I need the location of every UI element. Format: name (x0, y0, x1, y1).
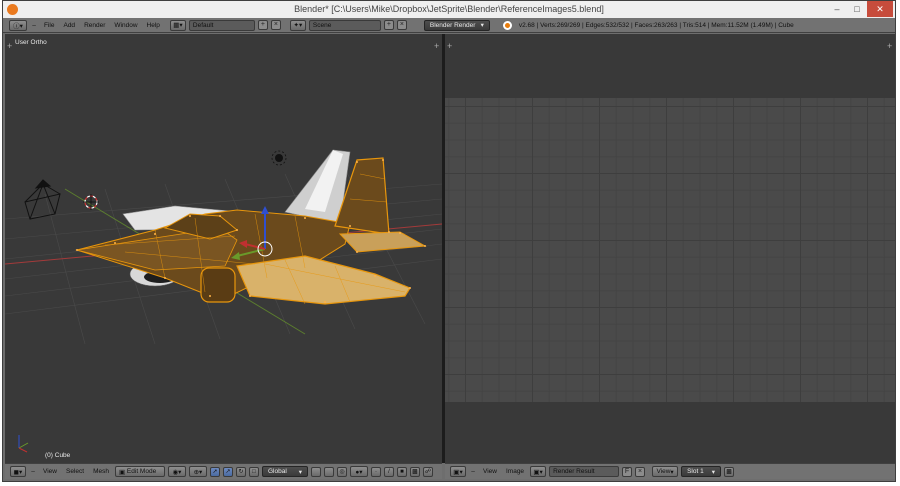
layer-button-2[interactable] (323, 466, 334, 477)
maximize-button[interactable]: □ (847, 1, 867, 17)
manipulator-toggle-icon[interactable]: ➚ (209, 466, 220, 477)
properties-toggle-icon[interactable]: + (434, 42, 442, 51)
menu-view[interactable]: View (480, 468, 500, 475)
add-scene-button[interactable]: + (383, 20, 394, 30)
minimize-button[interactable]: – (827, 1, 847, 17)
collapse-menus-icon[interactable]: – (469, 466, 477, 477)
view-name-label: User Ortho (15, 39, 47, 46)
viewport-scene (5, 149, 442, 453)
mode-label: Edit Mode (126, 468, 157, 475)
remove-layout-button[interactable]: × (270, 20, 281, 30)
translate-icon[interactable]: ↗ (222, 466, 233, 477)
scene-icon[interactable]: ✦▾ (289, 19, 306, 31)
render-engine-dropdown[interactable]: Blender Render ▾ (423, 19, 490, 31)
edge-select-icon[interactable]: / (383, 466, 394, 477)
mode-dropdown[interactable]: ▣ Edit Mode (114, 466, 165, 477)
menu-render[interactable]: Render (81, 22, 108, 29)
camera-object[interactable] (24, 179, 61, 220)
remove-scene-button[interactable]: × (396, 20, 407, 30)
snap-dropdown[interactable]: ●▾ (349, 466, 368, 477)
edit-mode-icon: ▣ (118, 468, 127, 476)
render-engine-label: Blender Render (429, 21, 476, 29)
menu-select[interactable]: Select (63, 468, 87, 475)
viewport-header: ◼▾ – View Select Mesh ▣ Edit Mode ◉▾ ⊕▾ … (5, 463, 442, 479)
occlude-geometry-icon[interactable]: ▩ (409, 466, 420, 477)
collapse-menus-icon[interactable]: – (29, 466, 37, 477)
add-layout-button[interactable]: + (257, 20, 268, 30)
image-editor-header: ▣▾ – View Image ▣▾ Render Result F × Vie… (445, 463, 895, 479)
3d-viewport[interactable]: User Ortho (0) Cube + + (5, 34, 442, 463)
blender-window: Blender* [C:\Users\Mike\Dropbox\JetSprit… (2, 0, 896, 482)
image-name-field[interactable]: Render Result (549, 466, 620, 477)
scale-icon[interactable]: □ (248, 466, 259, 477)
display-channels-icon[interactable]: ▩ (724, 466, 735, 477)
axis-gizmo-icon (18, 435, 29, 453)
view-mode-dropdown[interactable]: View ▾ (652, 466, 679, 477)
collapse-menus-icon[interactable]: – (30, 20, 38, 31)
image-tools-toggle-icon[interactable]: + (447, 42, 455, 51)
scene-field[interactable]: Scene (308, 19, 381, 31)
window-controls: – □ ✕ (827, 1, 893, 18)
orientation-dropdown[interactable]: Global ▾ (261, 466, 308, 477)
slot-dropdown[interactable]: Slot 1 ▾ (681, 466, 722, 477)
editor-type-icon[interactable]: ◼▾ (10, 466, 26, 477)
pivot-dropdown[interactable]: ⊕▾ (188, 466, 207, 477)
render-preview-icon[interactable]: ☍ (422, 466, 433, 477)
menu-file[interactable]: File (41, 22, 57, 29)
title-bar: Blender* [C:\Users\Mike\Dropbox\JetSprit… (3, 1, 895, 18)
lamp-object[interactable] (271, 150, 287, 166)
image-editor[interactable]: + + (445, 34, 895, 463)
rotate-icon[interactable]: ↻ (235, 466, 246, 477)
blender-logo-icon (502, 20, 512, 30)
close-button[interactable]: ✕ (867, 1, 893, 17)
face-select-icon[interactable]: ■ (396, 466, 407, 477)
proportional-edit-icon[interactable]: ◎ (336, 466, 347, 477)
tool-shelf-toggle-icon[interactable]: + (7, 42, 15, 51)
menu-window[interactable]: Window (111, 22, 140, 29)
chevron-down-icon: ▾ (298, 468, 302, 476)
vertex-select-icon[interactable]: · (370, 466, 381, 477)
editor-type-icon[interactable]: ⓘ▾ (9, 19, 27, 31)
layer-button-1[interactable] (310, 466, 321, 477)
view-mode-label: View (656, 468, 671, 475)
slot-label: Slot 1 (687, 468, 704, 475)
screen-layout-field[interactable]: Default (188, 19, 255, 31)
window-title: Blender* [C:\Users\Mike\Dropbox\JetSprit… (294, 4, 604, 14)
info-header: ⓘ▾ – File Add Render Window Help ▦▾ Defa… (3, 18, 895, 33)
menu-view[interactable]: View (40, 468, 60, 475)
active-object-label: (0) Cube (45, 452, 71, 459)
menu-mesh[interactable]: Mesh (90, 468, 112, 475)
chevron-down-icon: ▾ (711, 468, 716, 476)
editor-type-icon[interactable]: ▣▾ (450, 466, 466, 477)
shading-dropdown[interactable]: ◉▾ (167, 466, 186, 477)
image-properties-toggle-icon[interactable]: + (887, 42, 895, 51)
screen-layout-icon[interactable]: ▦▾ (169, 19, 186, 31)
fake-user-button[interactable]: F (622, 466, 633, 477)
chevron-down-icon: ▾ (480, 22, 484, 29)
menu-image[interactable]: Image (503, 468, 527, 475)
menu-add[interactable]: Add (60, 22, 78, 29)
orientation-label: Global (267, 468, 287, 475)
menu-help[interactable]: Help (144, 22, 163, 29)
unlink-image-button[interactable]: × (635, 466, 646, 477)
render-result-canvas (445, 98, 895, 402)
browse-image-icon[interactable]: ▣▾ (530, 466, 547, 477)
scene-stats: v2.68 | Verts:269/269 | Edges:532/532 | … (518, 21, 794, 29)
